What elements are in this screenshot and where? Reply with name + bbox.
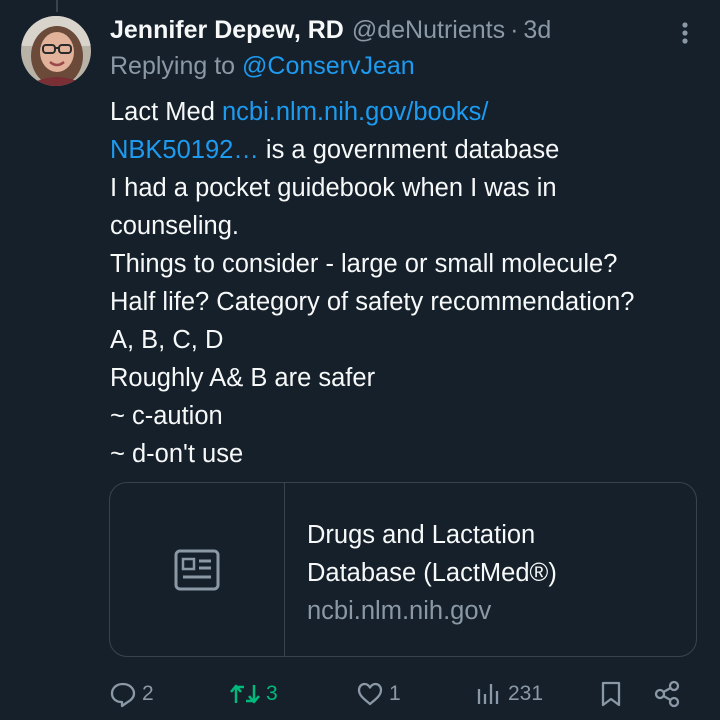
card-title-line: Drugs and Lactation	[307, 521, 536, 549]
body-link[interactable]: NBK50192…	[110, 136, 259, 164]
retweet-icon	[230, 684, 260, 704]
body-link[interactable]: ncbi.nlm.nih.gov/books/	[222, 98, 488, 126]
reply-button[interactable]: 2	[108, 672, 154, 716]
body-line: Things to consider - large or small mole…	[110, 250, 618, 278]
body-line: ~ c-aution	[110, 402, 223, 430]
reply-icon	[110, 682, 136, 708]
body-line: A, B, C, D	[110, 326, 224, 354]
reply-mention-link[interactable]: @ConservJean	[242, 52, 415, 80]
like-button[interactable]: 1	[355, 672, 401, 716]
retweet-button[interactable]: 3	[228, 672, 278, 716]
card-title-line: Database (LactMed®)	[307, 559, 557, 587]
tweet-header: Jennifer Depew, RD @deNutrients · 3d	[110, 13, 551, 47]
author-handle[interactable]: @deNutrients	[352, 16, 505, 45]
card-thumbnail	[110, 483, 285, 656]
body-line: Lact Med ncbi.nlm.nih.gov/books/	[110, 93, 710, 131]
action-bar: 2 3 1 231	[0, 672, 720, 716]
body-text: is a government database	[258, 136, 560, 164]
views-count: 231	[508, 682, 544, 705]
reply-count: 2	[142, 682, 154, 705]
body-line: counseling.	[110, 212, 240, 240]
share-button[interactable]	[652, 672, 686, 716]
views-icon	[477, 684, 499, 704]
body-text: Lact Med	[110, 98, 222, 126]
article-icon	[174, 549, 220, 590]
card-domain: ncbi.nlm.nih.gov	[307, 597, 492, 625]
avatar[interactable]	[21, 16, 91, 86]
more-icon[interactable]	[672, 18, 698, 48]
timestamp[interactable]: 3d	[523, 16, 551, 45]
body-line: NBK50192… is a government database	[110, 131, 710, 169]
views-button[interactable]: 231	[474, 672, 543, 716]
replying-to-label: Replying to	[110, 52, 236, 80]
body-line: ~ d-on't use	[110, 440, 244, 468]
tweet-body: Lact Med ncbi.nlm.nih.gov/books/ NBK5019…	[110, 93, 710, 473]
bookmark-icon	[601, 681, 621, 707]
share-icon	[654, 680, 680, 708]
like-icon	[357, 682, 383, 706]
bookmark-button[interactable]	[597, 672, 629, 716]
like-count: 1	[389, 682, 401, 705]
thread-line	[56, 0, 58, 12]
replying-to: Replying to @ConservJean	[110, 52, 415, 81]
author-name[interactable]: Jennifer Depew, RD	[110, 16, 344, 45]
body-line: I had a pocket guidebook when I was in	[110, 174, 557, 202]
body-line: Roughly A& B are safer	[110, 364, 376, 392]
tweet-view: Jennifer Depew, RD @deNutrients · 3d Rep…	[0, 0, 720, 720]
separator-dot: ·	[510, 15, 519, 44]
retweet-count: 3	[266, 682, 278, 705]
card-text: Drugs and Lactation Database (LactMed®) …	[307, 516, 687, 630]
link-card[interactable]: Drugs and Lactation Database (LactMed®) …	[109, 482, 697, 657]
body-line: Half life? Category of safety recommenda…	[110, 288, 635, 316]
